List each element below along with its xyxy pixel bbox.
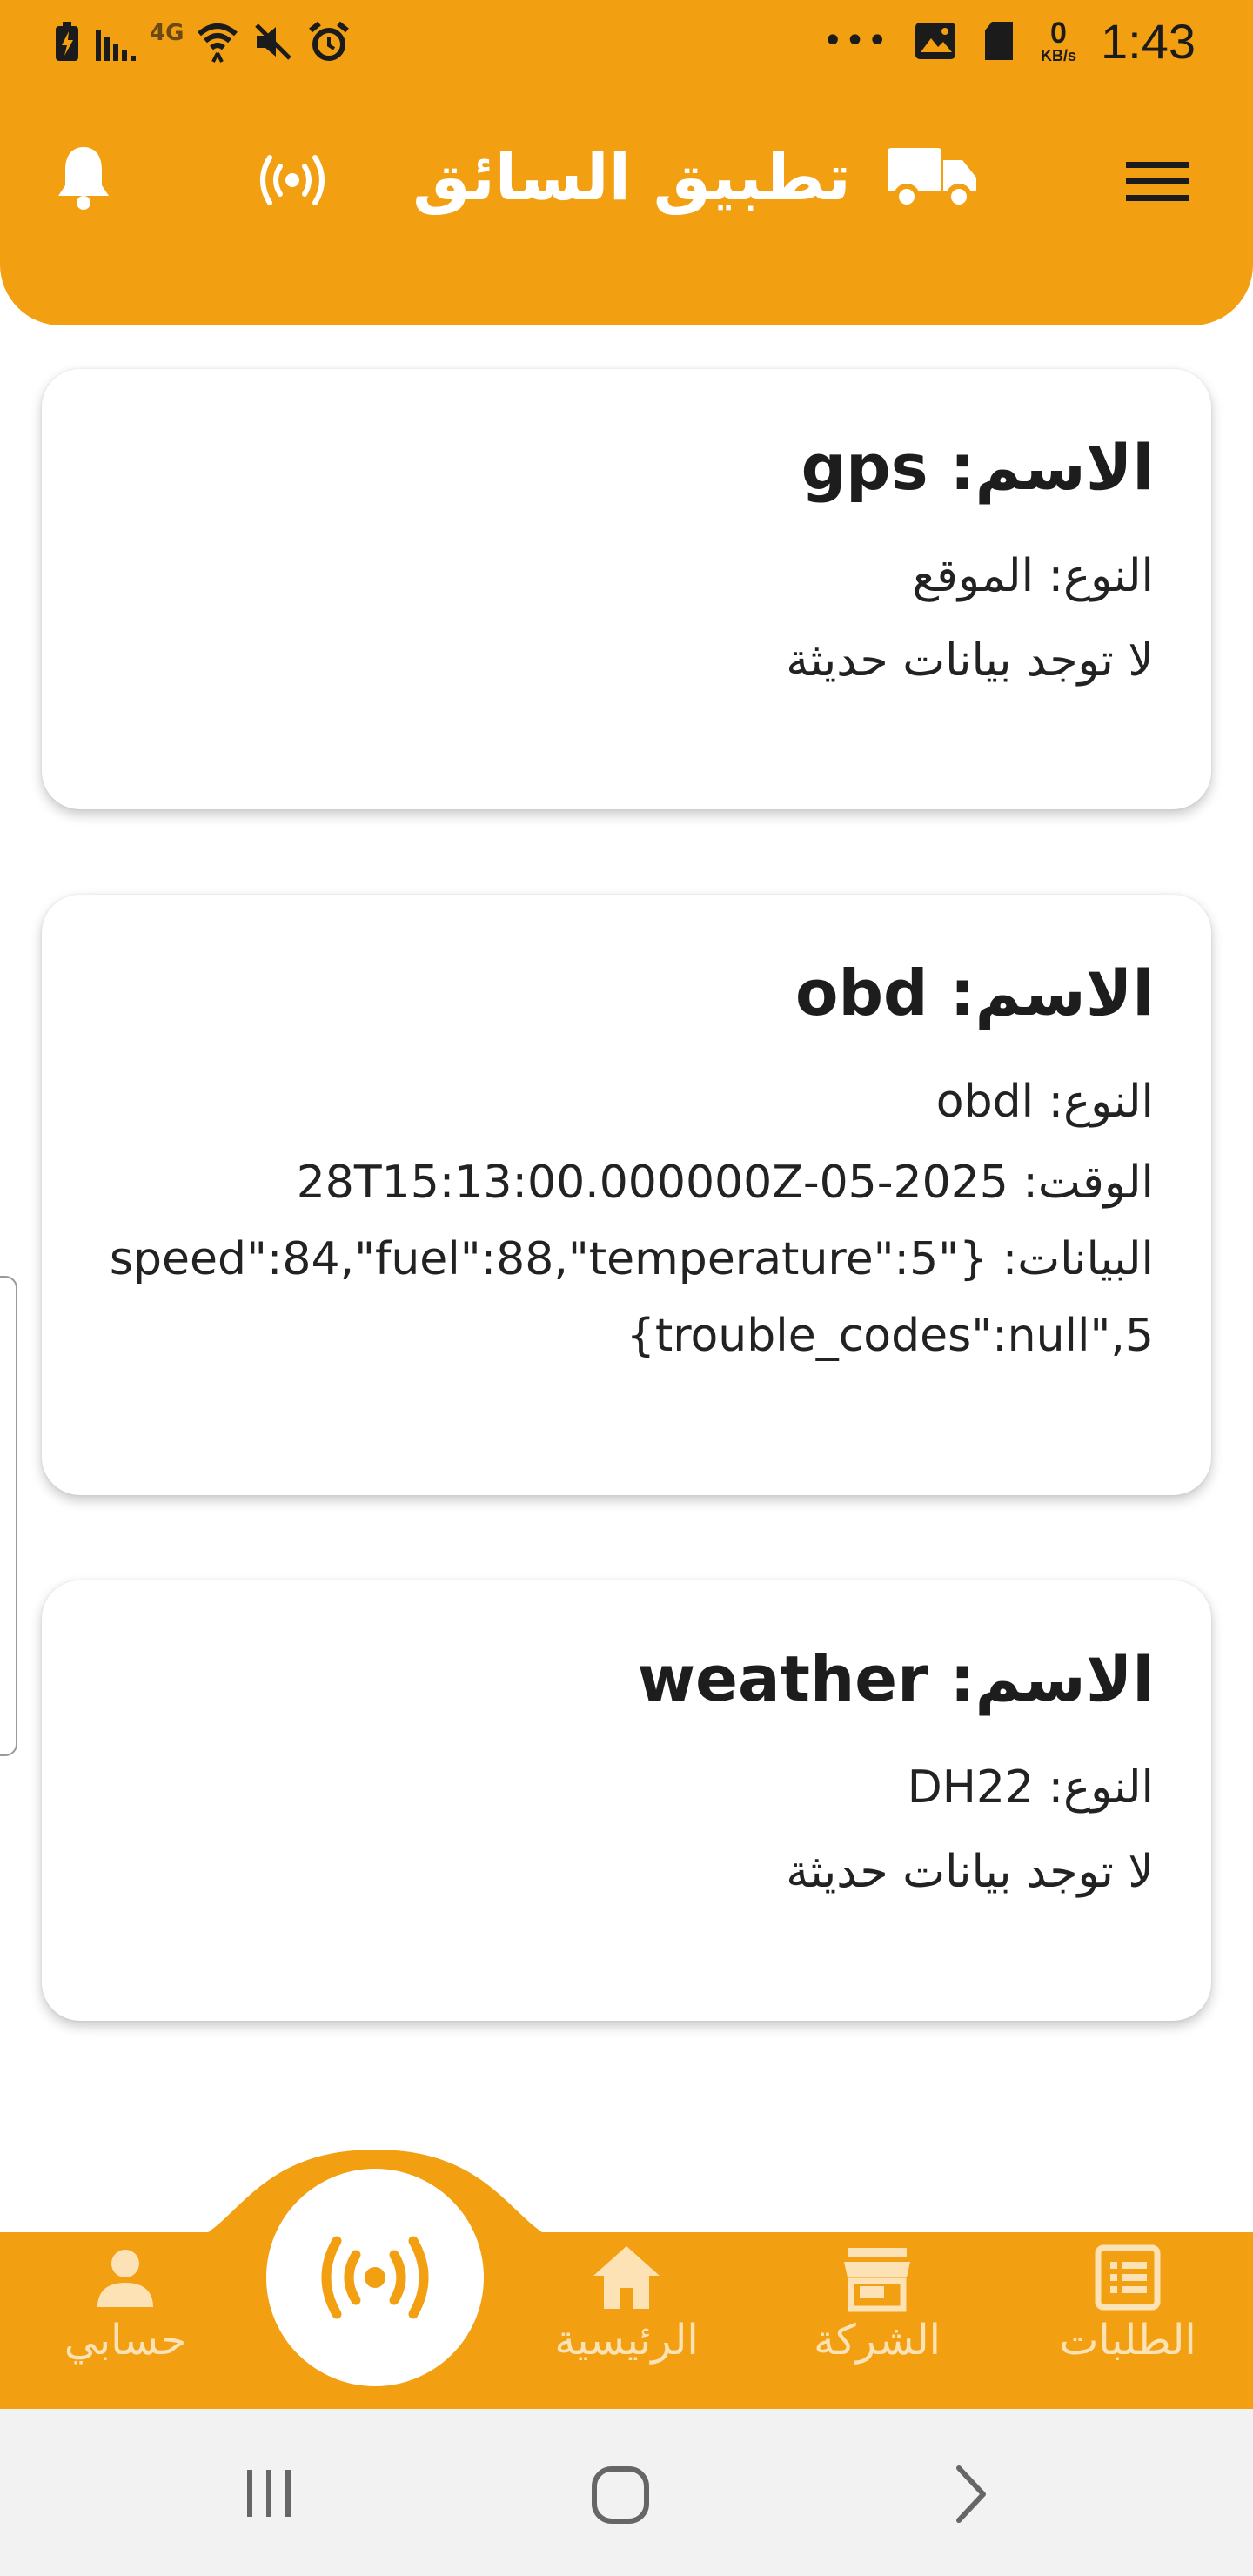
side-drawer-handle[interactable] bbox=[0, 1276, 17, 1756]
sensor-card-obd: الاسم: obd النوع: obdl الوقت: 2025-05-28… bbox=[42, 895, 1211, 1495]
nav-item-account[interactable]: حسابي bbox=[30, 2243, 221, 2365]
nav-label-account: حسابي bbox=[64, 2316, 187, 2365]
net-speed-value: 0 bbox=[1050, 17, 1067, 50]
sensor-type: النوع: obdl bbox=[935, 1076, 1154, 1129]
sensor-time: الوقت: 2025-05-28T15:13:00.000000Z bbox=[296, 1156, 1154, 1209]
truck-icon bbox=[887, 148, 976, 210]
app-title: تطبيق السائق bbox=[412, 140, 851, 215]
status-icons-right: ••• 0 KB/s 1:43 bbox=[822, 10, 1196, 71]
mute-icon bbox=[255, 23, 292, 60]
nav-label-company: الشركة bbox=[814, 2316, 941, 2365]
menu-button[interactable] bbox=[1114, 151, 1201, 212]
status-time: 1:43 bbox=[1101, 13, 1196, 69]
signal-icon bbox=[96, 30, 136, 61]
home-button[interactable] bbox=[590, 2465, 651, 2526]
sd-card-icon bbox=[984, 22, 1013, 60]
image-icon bbox=[915, 23, 955, 59]
sensor-status: لا توجد بيانات حديثة bbox=[786, 634, 1154, 687]
net-speed-indicator: 0 KB/s bbox=[1041, 18, 1076, 64]
battery-charging-icon bbox=[56, 22, 78, 61]
app-title-group: تطبيق السائق bbox=[0, 134, 1253, 221]
person-icon bbox=[97, 2250, 153, 2307]
menu-icon bbox=[1126, 162, 1189, 201]
sensor-card-weather: الاسم: weather النوع: DH22 لا توجد بيانا… bbox=[42, 1580, 1211, 2021]
sensor-name: الاسم: weather bbox=[637, 1642, 1154, 1715]
nav-item-company[interactable]: الشركة bbox=[781, 2243, 973, 2365]
store-icon bbox=[844, 2248, 910, 2312]
alarm-icon bbox=[309, 21, 350, 61]
orders-icon bbox=[1095, 2244, 1161, 2311]
sensor-data-line-1: البيانات: {"speed":84,"fuel":88,"tempera… bbox=[109, 1232, 1154, 1285]
recents-button[interactable] bbox=[242, 2466, 296, 2520]
system-nav-bar bbox=[0, 2409, 1253, 2576]
sensor-card-gps: الاسم: gps النوع: الموقع لا توجد بيانات … bbox=[42, 369, 1211, 809]
network-badge: 4G bbox=[150, 20, 184, 46]
net-speed-unit: KB/s bbox=[1040, 47, 1076, 64]
sensor-type: النوع: DH22 bbox=[907, 1761, 1154, 1815]
sensor-type: النوع: الموقع bbox=[912, 550, 1154, 603]
sensor-name: الاسم: obd bbox=[795, 956, 1154, 1030]
live-tracking-fab[interactable] bbox=[266, 2169, 484, 2386]
nav-item-orders[interactable]: الطلبات bbox=[1032, 2243, 1223, 2365]
app-bar: تطبيق السائق bbox=[0, 84, 1253, 325]
bottom-nav: حسابي الرئيسية الشركة الطلبات bbox=[0, 2232, 1253, 2409]
nav-item-home[interactable]: الرئيسية bbox=[531, 2243, 722, 2365]
nav-label-orders: الطلبات bbox=[1059, 2316, 1196, 2365]
broadcast-icon bbox=[321, 2236, 429, 2319]
sensor-status: لا توجد بيانات حديثة bbox=[786, 1845, 1154, 1898]
nav-label-home: الرئيسية bbox=[554, 2316, 699, 2365]
wifi-icon bbox=[198, 23, 238, 63]
home-icon bbox=[593, 2246, 660, 2309]
more-notifications-indicator: ••• bbox=[822, 21, 889, 61]
back-button[interactable] bbox=[948, 2463, 992, 2526]
status-bar: 4G ••• 0 KB/s 1:43 bbox=[0, 0, 1253, 84]
status-icons-left: 4G bbox=[52, 16, 351, 68]
sensor-name: الاسم: gps bbox=[801, 431, 1154, 504]
sensor-data-line-2: 5,"trouble_codes":null} bbox=[626, 1310, 1154, 1363]
bottom-nav-bump bbox=[174, 2150, 576, 2244]
